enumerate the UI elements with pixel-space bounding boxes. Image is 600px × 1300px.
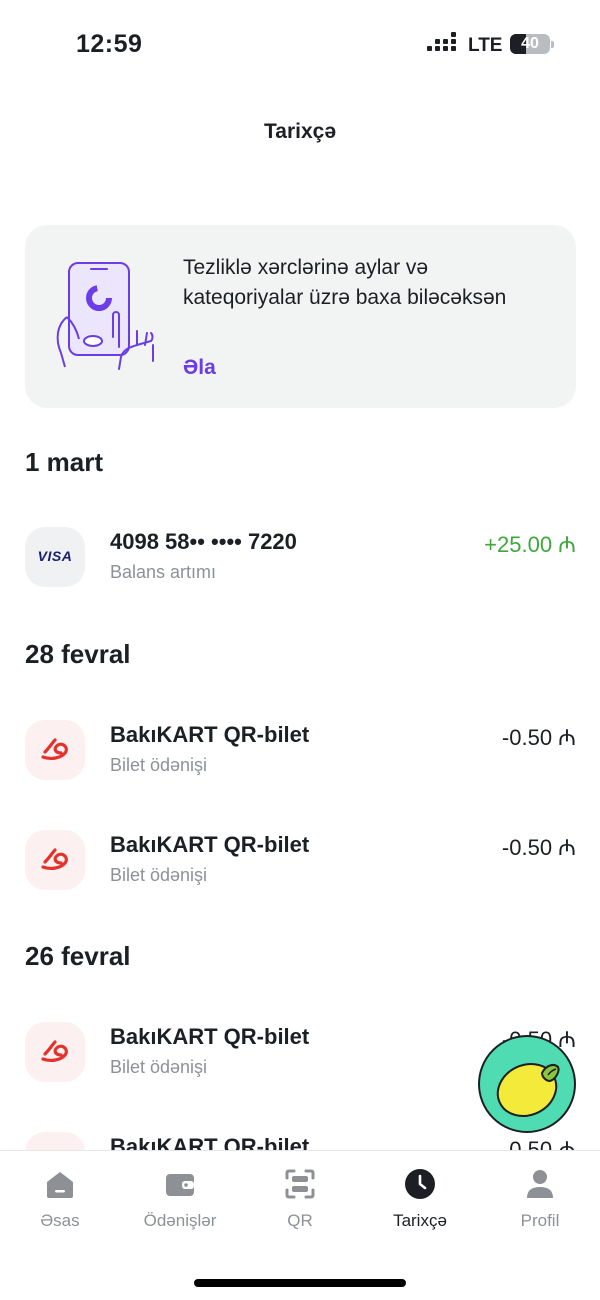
transaction-title: BakıKART QR-bilet xyxy=(110,1024,310,1049)
bakikart-logo-icon xyxy=(41,738,68,760)
battery-level: 40 xyxy=(521,35,539,52)
tab-label: Tarixçə xyxy=(393,1211,447,1230)
lemon-assistant-button[interactable] xyxy=(478,1035,576,1133)
tab-qr[interactable]: QR xyxy=(240,1163,360,1243)
transaction-row[interactable]: VISA 4098 58•• •••• 7220 Balans artımı +… xyxy=(0,527,600,597)
promo-card: Tezliklə xərclərinə aylar və kateqoriyal… xyxy=(25,225,576,408)
battery-tip xyxy=(551,41,554,48)
visa-logo-text: VISA xyxy=(37,548,73,564)
transaction-subtitle: Bilet ödənişi xyxy=(110,1057,208,1077)
transaction-amount: -0.50 ₼ xyxy=(501,725,576,750)
date-heading: 1 mart xyxy=(25,447,104,477)
transaction-amount: +25.00 ₼ xyxy=(484,532,576,557)
home-indicator xyxy=(194,1279,406,1287)
date-heading: 26 fevral xyxy=(25,941,131,971)
visa-icon: VISA xyxy=(25,527,85,587)
history-screen: 12:59 LTE 40 Tarixçə Tezliklə xərclərinə… xyxy=(0,0,600,1300)
bakikart-icon xyxy=(25,830,85,890)
bakikart-logo-icon xyxy=(41,848,68,870)
transaction-subtitle: Bilet ödənişi xyxy=(110,865,208,885)
transaction-amount: -0.50 ₼ xyxy=(501,835,576,860)
transaction-title: BakıKART QR-bilet xyxy=(110,832,310,857)
status-bar: 12:59 LTE 40 xyxy=(0,0,600,90)
tab-profile[interactable]: Profil xyxy=(480,1163,600,1243)
phone-tap-illustration xyxy=(56,262,154,370)
tab-label: QR xyxy=(287,1211,313,1230)
bakikart-logo-icon xyxy=(41,1040,68,1062)
transaction-row[interactable]: BakıKART QR-bilet Bilet ödənişi -0.50 ₼ xyxy=(0,830,600,900)
battery-icon: 40 xyxy=(510,34,550,54)
transaction-title: BakıKART QR-bilet xyxy=(110,722,310,747)
clock-icon xyxy=(405,1169,435,1199)
promo-ok-link[interactable]: Əla xyxy=(183,356,216,380)
page-title: Tarixçə xyxy=(264,120,336,143)
tab-home[interactable]: Əsas xyxy=(0,1163,120,1243)
qr-scan-icon xyxy=(285,1169,315,1199)
tab-label: Profil xyxy=(520,1211,560,1230)
tab-label: Ödənişlər xyxy=(143,1211,217,1230)
promo-text: Tezliklə xərclərinə aylar və kateqoriyal… xyxy=(183,256,507,309)
status-time: 12:59 xyxy=(76,30,143,58)
transaction-title: 4098 58•• •••• 7220 xyxy=(110,529,297,554)
tab-label: Əsas xyxy=(40,1211,80,1230)
transaction-subtitle: Balans artımı xyxy=(110,562,217,582)
transaction-subtitle: Bilet ödənişi xyxy=(110,755,208,775)
tab-bar: Əsas Ödənişlər QR Tarixçə Profil xyxy=(0,1150,600,1300)
transaction-row[interactable]: BakıKART QR-bilet Bilet ödənişi -0.50 ₼ xyxy=(0,720,600,790)
signal-strength-icon xyxy=(427,32,457,56)
tab-payments[interactable]: Ödənişlər xyxy=(120,1163,240,1243)
home-icon xyxy=(47,1172,73,1198)
lemon-icon xyxy=(496,1063,560,1117)
network-type: LTE xyxy=(468,35,503,56)
date-heading: 28 fevral xyxy=(25,639,131,669)
bakikart-icon xyxy=(25,720,85,780)
tab-history[interactable]: Tarixçə xyxy=(360,1163,480,1243)
bakikart-icon xyxy=(25,1022,85,1082)
person-icon xyxy=(527,1170,553,1198)
wallet-icon xyxy=(166,1174,194,1196)
